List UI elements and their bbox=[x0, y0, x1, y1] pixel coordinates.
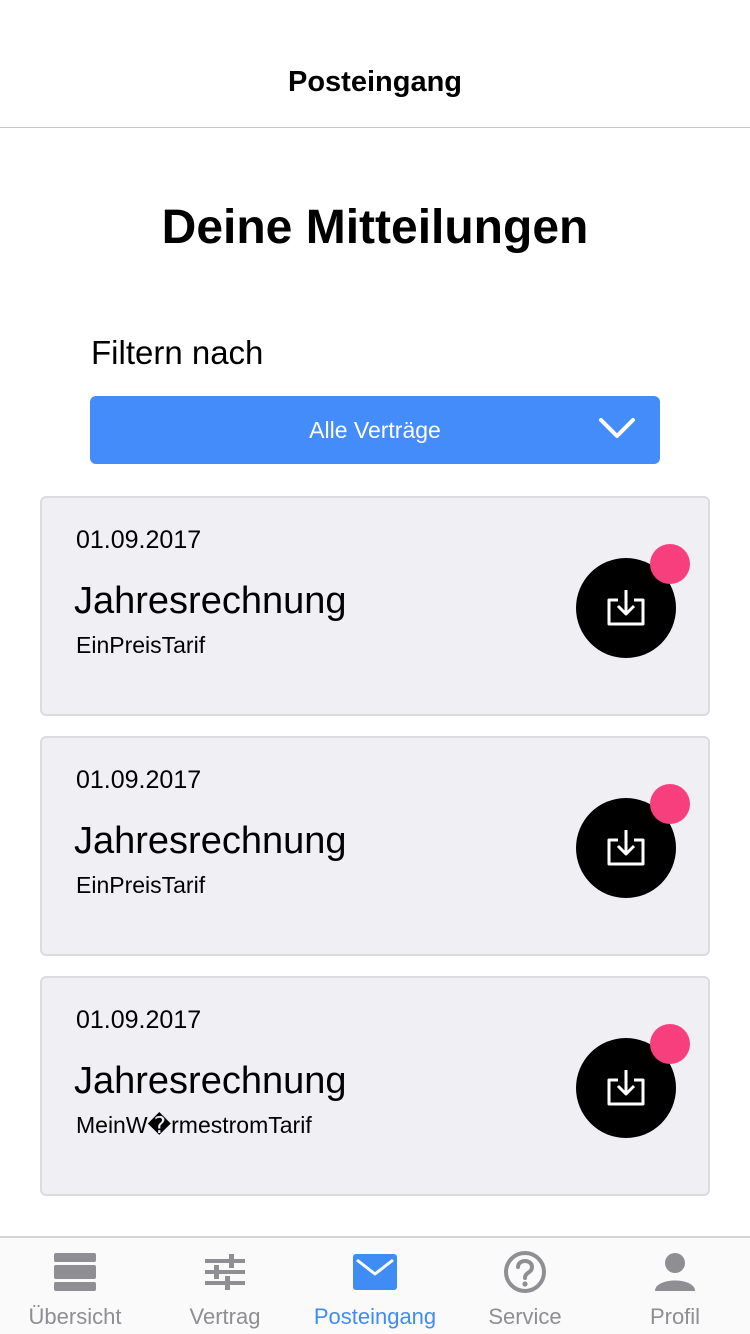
message-date: 01.09.2017 bbox=[76, 1006, 202, 1034]
tab-posteingang[interactable]: Posteingang bbox=[300, 1238, 450, 1334]
download-icon bbox=[607, 830, 645, 866]
message-title: Jahresrechnung bbox=[74, 820, 347, 862]
chevron-down-icon bbox=[599, 418, 635, 438]
tab-profil[interactable]: Profil bbox=[600, 1238, 750, 1334]
download-icon bbox=[607, 590, 645, 626]
message-date: 01.09.2017 bbox=[76, 766, 202, 794]
message-title: Jahresrechnung bbox=[74, 580, 347, 622]
message-card[interactable]: 01.09.2017 Jahresrechnung EinPreisTarif bbox=[40, 496, 710, 716]
help-icon bbox=[501, 1250, 549, 1294]
filter-label: Filtern nach bbox=[91, 334, 264, 371]
unread-badge bbox=[650, 784, 690, 824]
filter-selected-value: Alle Verträge bbox=[309, 416, 441, 443]
sliders-icon bbox=[201, 1250, 249, 1294]
overview-icon bbox=[51, 1250, 99, 1294]
tab-label: Übersicht bbox=[28, 1304, 122, 1329]
unread-badge bbox=[650, 1024, 690, 1064]
message-tariff: EinPreisTarif bbox=[76, 632, 206, 658]
download-icon bbox=[607, 1070, 645, 1106]
message-card[interactable]: 01.09.2017 Jahresrechnung MeinW�rmestrom… bbox=[40, 976, 710, 1196]
tab-vertrag[interactable]: Vertrag bbox=[150, 1238, 300, 1334]
message-card[interactable]: 01.09.2017 Jahresrechnung EinPreisTarif bbox=[40, 736, 710, 956]
message-date: 01.09.2017 bbox=[76, 526, 202, 554]
navigation-bar: Posteingang bbox=[0, 0, 750, 128]
message-title: Jahresrechnung bbox=[74, 1060, 347, 1102]
contract-filter-select[interactable]: Alle Verträge bbox=[90, 396, 660, 464]
tab-uebersicht[interactable]: Übersicht bbox=[0, 1238, 150, 1334]
tab-label: Profil bbox=[649, 1304, 701, 1329]
nav-title: Posteingang bbox=[287, 66, 462, 98]
tab-bar: Übersicht Vertrag Posteingang Service Pr… bbox=[0, 1236, 750, 1334]
message-tariff: MeinW�rmestromTarif bbox=[76, 1112, 312, 1138]
message-tariff: EinPreisTarif bbox=[76, 872, 206, 898]
tab-label: Vertrag bbox=[189, 1304, 261, 1329]
tab-service[interactable]: Service bbox=[450, 1238, 600, 1334]
unread-badge bbox=[650, 544, 690, 584]
tab-label: Service bbox=[488, 1304, 562, 1329]
tab-label: Posteingang bbox=[313, 1304, 437, 1329]
person-icon bbox=[651, 1250, 699, 1294]
mail-icon bbox=[351, 1250, 399, 1294]
page-title: Deine Mitteilungen bbox=[161, 201, 589, 254]
